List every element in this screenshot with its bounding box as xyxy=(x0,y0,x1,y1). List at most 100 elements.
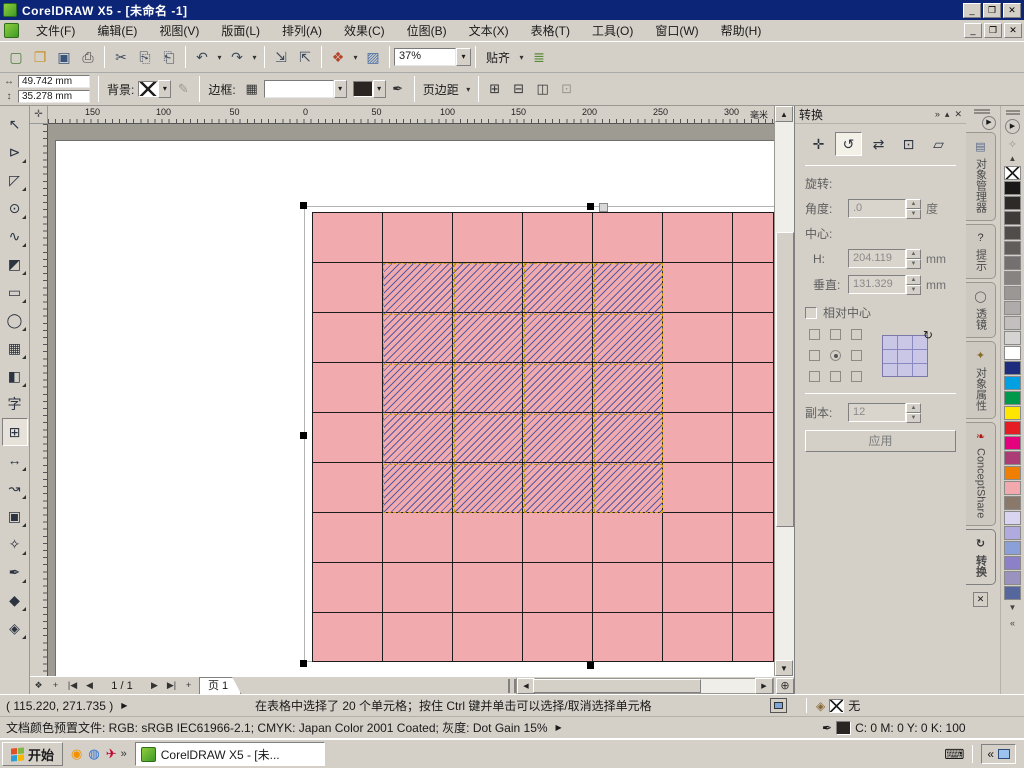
anchor-middle-left[interactable] xyxy=(809,350,820,361)
table-tool[interactable]: ⊞ xyxy=(2,418,28,446)
pink[interactable] xyxy=(1004,481,1021,495)
separator[interactable] xyxy=(104,46,105,68)
menu-item[interactable]: 排列(A) xyxy=(271,20,333,42)
separator[interactable] xyxy=(185,46,186,68)
green[interactable] xyxy=(1004,391,1021,405)
zoom-level-combo[interactable]: 37% ▾ xyxy=(394,48,471,66)
anchor-top-right[interactable] xyxy=(851,329,862,340)
docker-pin-icon[interactable]: ▴ xyxy=(945,109,950,120)
add-page-after-button[interactable]: + xyxy=(180,678,197,694)
blue-lavender[interactable] xyxy=(1004,541,1021,555)
white[interactable] xyxy=(1004,346,1021,360)
split-row-button[interactable]: ⊟ xyxy=(507,77,531,101)
zoom-tool[interactable]: ⊙ xyxy=(2,194,28,222)
outline-width-combo[interactable]: ▾ xyxy=(264,80,347,98)
separator[interactable] xyxy=(321,46,322,68)
application-launcher-dropdown[interactable]: ▾ xyxy=(350,45,361,69)
black[interactable] xyxy=(1004,181,1021,195)
media-player-icon[interactable]: ◉ xyxy=(71,746,82,762)
docker-flyout-icon[interactable]: ▶ xyxy=(982,116,996,130)
anchor-bottom-right[interactable] xyxy=(851,371,862,382)
gray-10[interactable] xyxy=(1004,316,1021,330)
outline-color-picker[interactable]: ▾ xyxy=(353,80,386,98)
import-button[interactable]: ⇲ xyxy=(269,45,293,69)
redo-dropdown[interactable]: ▾ xyxy=(249,45,260,69)
no-color[interactable] xyxy=(1004,166,1021,180)
gray-50[interactable] xyxy=(1004,256,1021,270)
outline-width-value[interactable] xyxy=(264,80,334,98)
fill-tool[interactable]: ◆ xyxy=(2,586,28,614)
connector-tool[interactable]: ↝ xyxy=(2,474,28,502)
menu-item[interactable]: 版面(L) xyxy=(210,20,271,42)
start-button[interactable]: 开始 xyxy=(2,742,63,766)
fill-none-swatch[interactable] xyxy=(829,699,844,713)
undo-dropdown[interactable]: ▾ xyxy=(214,45,225,69)
smart-fill-tool[interactable]: ◩ xyxy=(2,250,28,278)
docker-close-icon[interactable]: ✕ xyxy=(954,109,962,120)
merge-cells-button[interactable]: ⊞ xyxy=(483,77,507,101)
rectangle-tool[interactable]: ▭ xyxy=(2,278,28,306)
scale-mirror-button[interactable]: ⇄ xyxy=(865,132,892,156)
separator[interactable] xyxy=(389,46,390,68)
docker-tab-close-icon[interactable]: ✕ xyxy=(973,592,988,607)
cut-button[interactable]: ✂ xyxy=(109,45,133,69)
next-page-button[interactable]: ▶ xyxy=(146,678,163,694)
menu-item[interactable]: 位图(B) xyxy=(396,20,458,42)
outline-pen-tool[interactable]: ✒ xyxy=(2,558,28,586)
orange[interactable] xyxy=(1004,466,1021,480)
snap-dropdown-icon[interactable]: ▾ xyxy=(516,45,527,69)
paste-button[interactable]: ⎗ xyxy=(157,45,181,69)
gray-60[interactable] xyxy=(1004,241,1021,255)
color-eyedropper-tool[interactable]: ✧ xyxy=(2,530,28,558)
interactive-fill-tool[interactable]: ◈ xyxy=(2,614,28,642)
snap-to-button[interactable]: 贴齐 xyxy=(480,49,516,66)
coords-flyout-icon[interactable]: ▶ xyxy=(121,701,127,710)
vertical-ruler[interactable]: 300250200150100500 xyxy=(30,124,48,676)
welcome-screen-button[interactable]: ▨ xyxy=(361,45,385,69)
palette-drag-handle[interactable] xyxy=(1006,110,1020,115)
network-icon[interactable] xyxy=(998,749,1010,759)
relative-center-checkbox[interactable] xyxy=(805,307,817,319)
menu-item[interactable]: 视图(V) xyxy=(148,20,210,42)
yellow[interactable] xyxy=(1004,406,1021,420)
options-button[interactable]: ≣ xyxy=(527,45,551,69)
docker-tab[interactable]: ? 提示 xyxy=(966,224,996,279)
gray-20[interactable] xyxy=(1004,301,1021,315)
first-page-button[interactable]: |◀ xyxy=(64,678,81,694)
text-tool[interactable]: 字 xyxy=(2,390,28,418)
close-button[interactable]: ✕ xyxy=(1003,3,1021,18)
vertical-scroll-thumb[interactable] xyxy=(776,232,794,527)
edit-fill-button[interactable]: ✎ xyxy=(171,77,195,101)
profile-flyout-icon[interactable]: ▶ xyxy=(556,723,562,732)
selection-handle-middle-left[interactable] xyxy=(300,432,307,439)
ime-keyboard-icon[interactable]: ⌨ xyxy=(944,746,964,763)
selection-handle-top-middle[interactable] xyxy=(587,203,594,210)
system-tray[interactable]: « xyxy=(981,744,1016,764)
scrollbar-splitter[interactable] xyxy=(508,679,516,693)
pick-tool[interactable]: ↖ xyxy=(2,110,28,138)
gray-70[interactable] xyxy=(1004,226,1021,240)
gray-5[interactable] xyxy=(1004,331,1021,345)
anchor-bottom-center[interactable] xyxy=(830,371,841,382)
horizontal-scroll-thumb[interactable] xyxy=(533,679,701,693)
selection-handle-bottom-left[interactable] xyxy=(300,660,307,667)
navy-blue[interactable] xyxy=(1004,361,1021,375)
center-h-value[interactable]: 204.119 xyxy=(848,249,906,268)
table-object[interactable] xyxy=(312,212,774,662)
open-button[interactable]: ❐ xyxy=(28,45,52,69)
selected-cells-region[interactable] xyxy=(383,263,663,513)
taupe[interactable] xyxy=(1004,496,1021,510)
spin-down-icon[interactable]: ▼ xyxy=(906,259,921,269)
split-column-button[interactable]: ◫ xyxy=(531,77,555,101)
center-v-spinner[interactable]: 131.329 ▲▼ xyxy=(848,275,921,294)
new-document-button[interactable]: ▢ xyxy=(4,45,28,69)
gray-90[interactable] xyxy=(1004,196,1021,210)
selection-handle-top-left[interactable] xyxy=(300,202,307,209)
palette-scroll-down-icon[interactable]: ▼ xyxy=(1009,603,1017,612)
anchor-middle-right[interactable] xyxy=(851,350,862,361)
docker-tab[interactable]: ❧ ConceptShare xyxy=(966,422,996,526)
browser-icon[interactable]: ◍ xyxy=(88,746,99,762)
center-v-value[interactable]: 131.329 xyxy=(848,275,906,294)
undo-button[interactable]: ↶ xyxy=(190,45,214,69)
redo-button[interactable]: ↷ xyxy=(225,45,249,69)
